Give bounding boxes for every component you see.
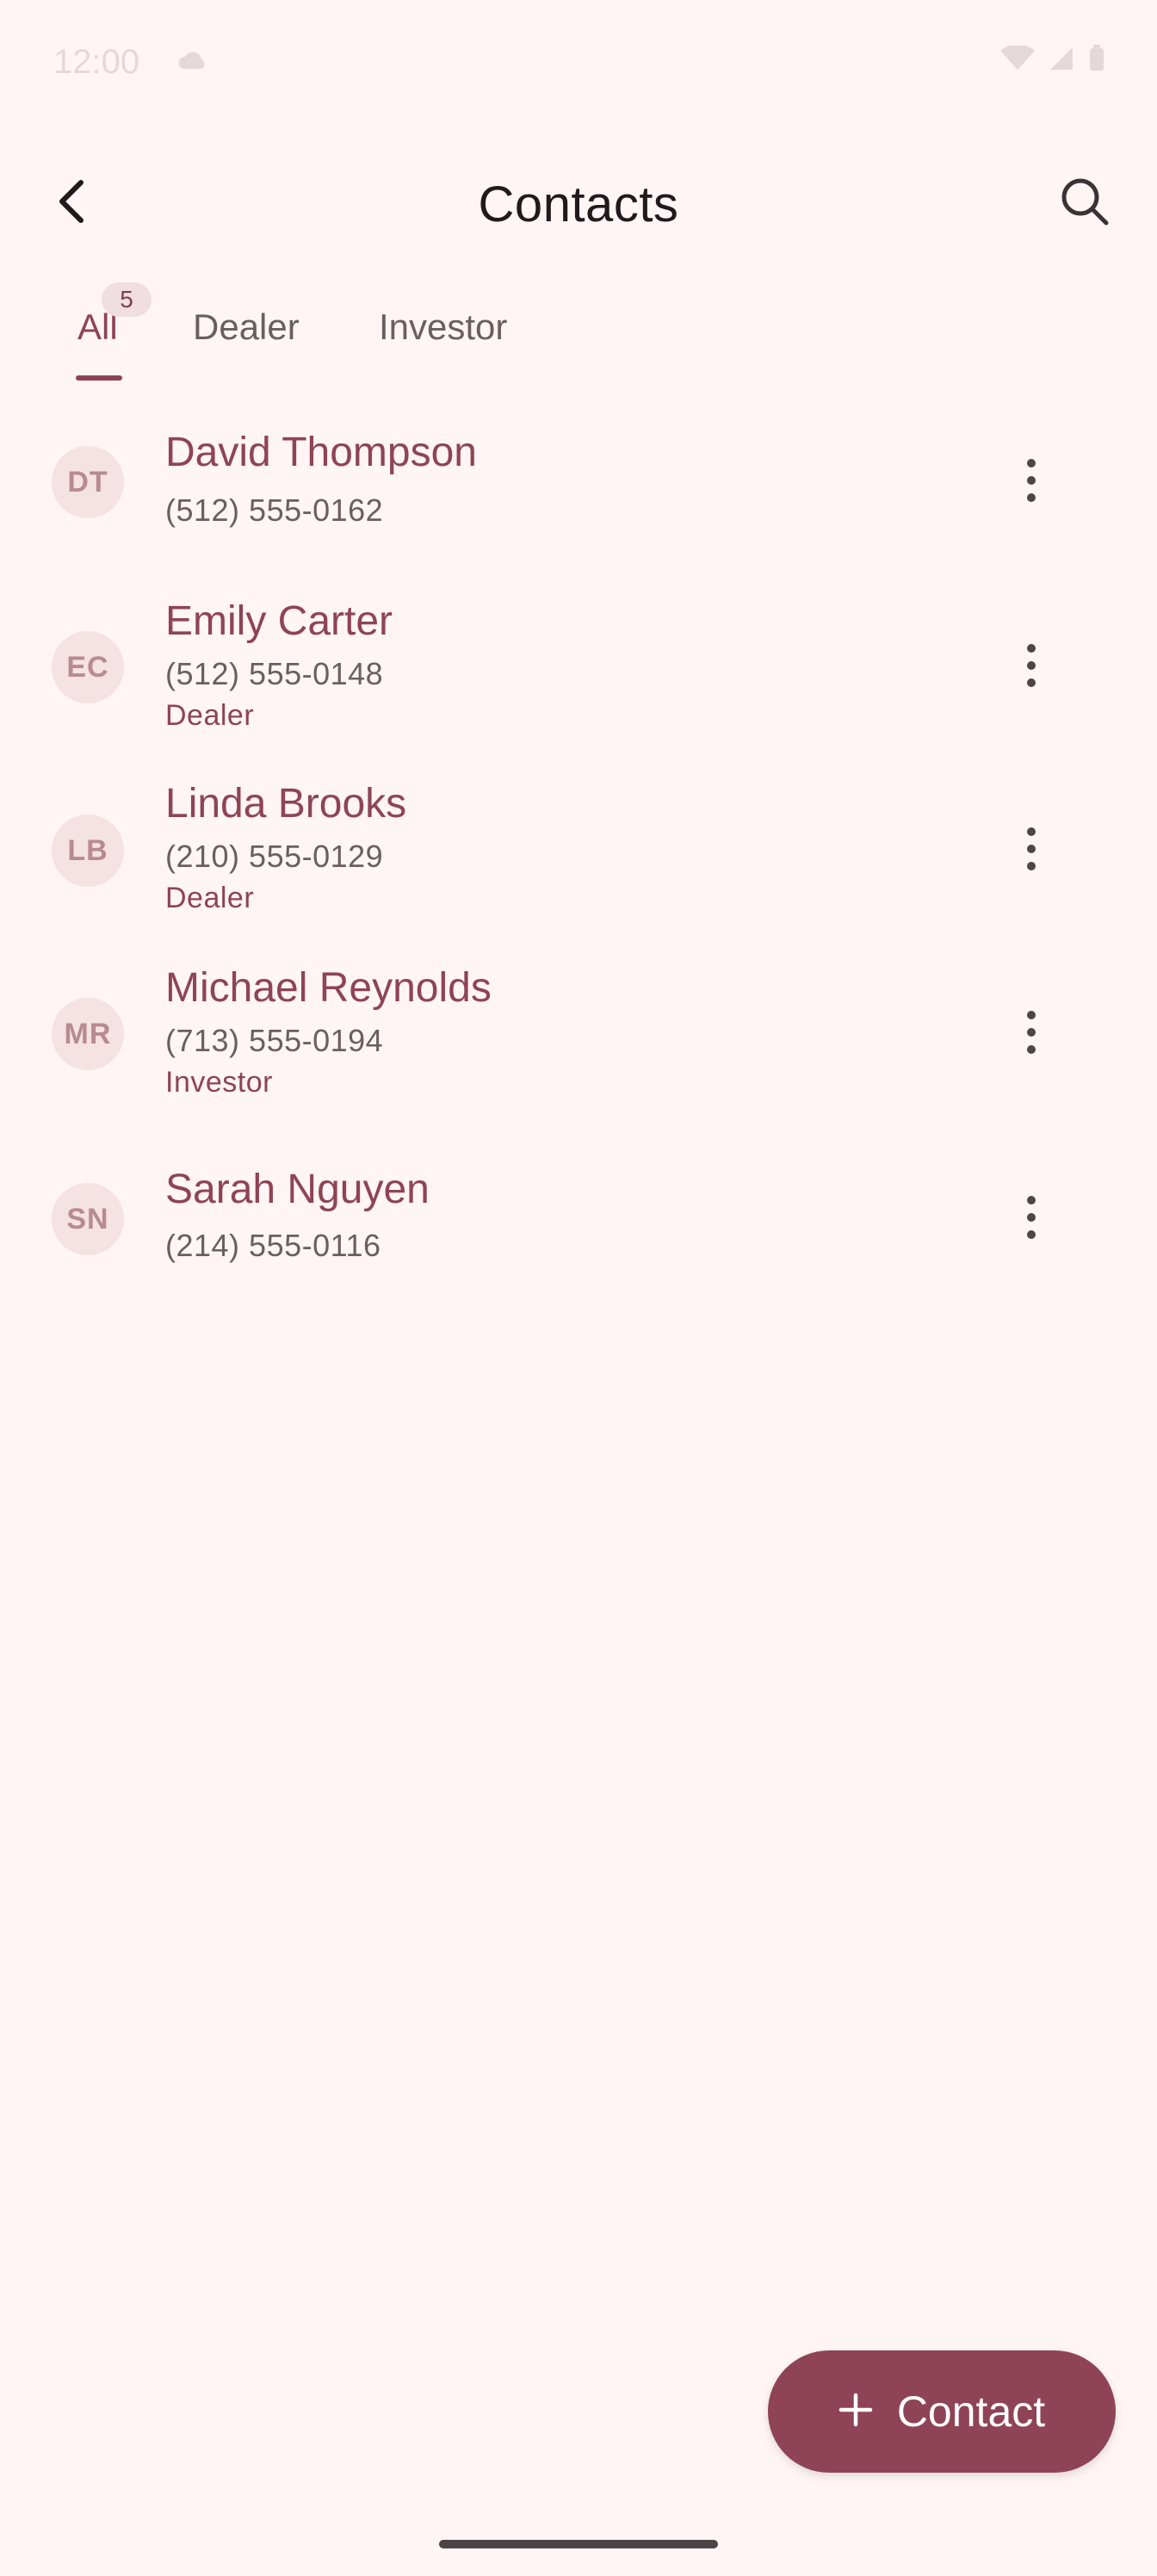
contact-name: Sarah Nguyen bbox=[165, 1167, 430, 1212]
more-options-button[interactable] bbox=[999, 449, 1064, 515]
contact-row[interactable]: DT David Thompson (512) 555-0162 bbox=[0, 405, 1157, 560]
tab-dealer[interactable]: Dealer bbox=[193, 307, 300, 348]
contact-row[interactable]: EC Emily Carter (512) 555-0148 Dealer bbox=[0, 589, 1157, 761]
contact-tag: Investor bbox=[165, 1066, 273, 1099]
add-contact-button[interactable]: Contact bbox=[768, 2350, 1116, 2473]
cellular-signal-icon bbox=[1049, 46, 1074, 76]
more-vert-icon bbox=[1026, 827, 1036, 876]
status-time: 12:00 bbox=[53, 43, 140, 81]
contact-phone: (210) 555-0129 bbox=[165, 839, 384, 874]
contact-name: Emily Carter bbox=[165, 598, 393, 644]
contact-phone: (214) 555-0116 bbox=[165, 1228, 381, 1263]
contact-phone: (512) 555-0148 bbox=[165, 656, 384, 691]
active-tab-indicator bbox=[76, 375, 122, 381]
avatar: SN bbox=[52, 1183, 124, 1255]
more-vert-icon bbox=[1026, 1195, 1036, 1244]
plus-icon bbox=[838, 2393, 873, 2431]
more-options-button[interactable] bbox=[999, 1186, 1064, 1252]
tab-investor[interactable]: Investor bbox=[379, 307, 507, 348]
contact-phone: (713) 555-0194 bbox=[165, 1023, 384, 1058]
count-badge: 5 bbox=[102, 282, 152, 317]
contact-row[interactable]: LB Linda Brooks (210) 555-0129 Dealer bbox=[0, 773, 1157, 945]
add-contact-label: Contact bbox=[896, 2387, 1046, 2436]
search-icon bbox=[1059, 176, 1111, 232]
contact-phone: (512) 555-0162 bbox=[165, 492, 384, 528]
status-icons bbox=[1000, 44, 1105, 77]
contact-row[interactable]: MR Michael Reynolds (713) 555-0194 Inves… bbox=[0, 957, 1157, 1130]
more-vert-icon bbox=[1026, 458, 1036, 507]
status-bar: 12:00 bbox=[0, 0, 1157, 121]
battery-icon bbox=[1088, 45, 1105, 77]
wifi-icon bbox=[1000, 44, 1035, 76]
contact-name: Linda Brooks bbox=[165, 781, 407, 827]
more-options-button[interactable] bbox=[999, 635, 1064, 700]
avatar: EC bbox=[52, 631, 124, 703]
more-vert-icon bbox=[1026, 1010, 1036, 1059]
gesture-navigation-bar[interactable] bbox=[439, 2540, 718, 2548]
filter-tabs: All 5 Dealer Investor bbox=[0, 276, 1157, 387]
avatar: DT bbox=[52, 446, 124, 518]
cloud-icon bbox=[177, 50, 208, 75]
more-vert-icon bbox=[1026, 643, 1036, 692]
contact-tag: Dealer bbox=[165, 882, 255, 914]
page-title: Contacts bbox=[478, 176, 679, 232]
avatar: LB bbox=[52, 814, 124, 887]
avatar: MR bbox=[52, 998, 124, 1070]
app-bar: Contacts bbox=[0, 146, 1157, 258]
more-options-button[interactable] bbox=[999, 1001, 1064, 1067]
search-button[interactable] bbox=[1050, 169, 1119, 238]
contact-name: David Thompson bbox=[165, 430, 477, 475]
contact-name: Michael Reynolds bbox=[165, 965, 492, 1011]
contact-tag: Dealer bbox=[165, 699, 255, 732]
more-options-button[interactable] bbox=[999, 818, 1064, 883]
contact-row[interactable]: SN Sarah Nguyen (214) 555-0116 bbox=[0, 1142, 1157, 1297]
